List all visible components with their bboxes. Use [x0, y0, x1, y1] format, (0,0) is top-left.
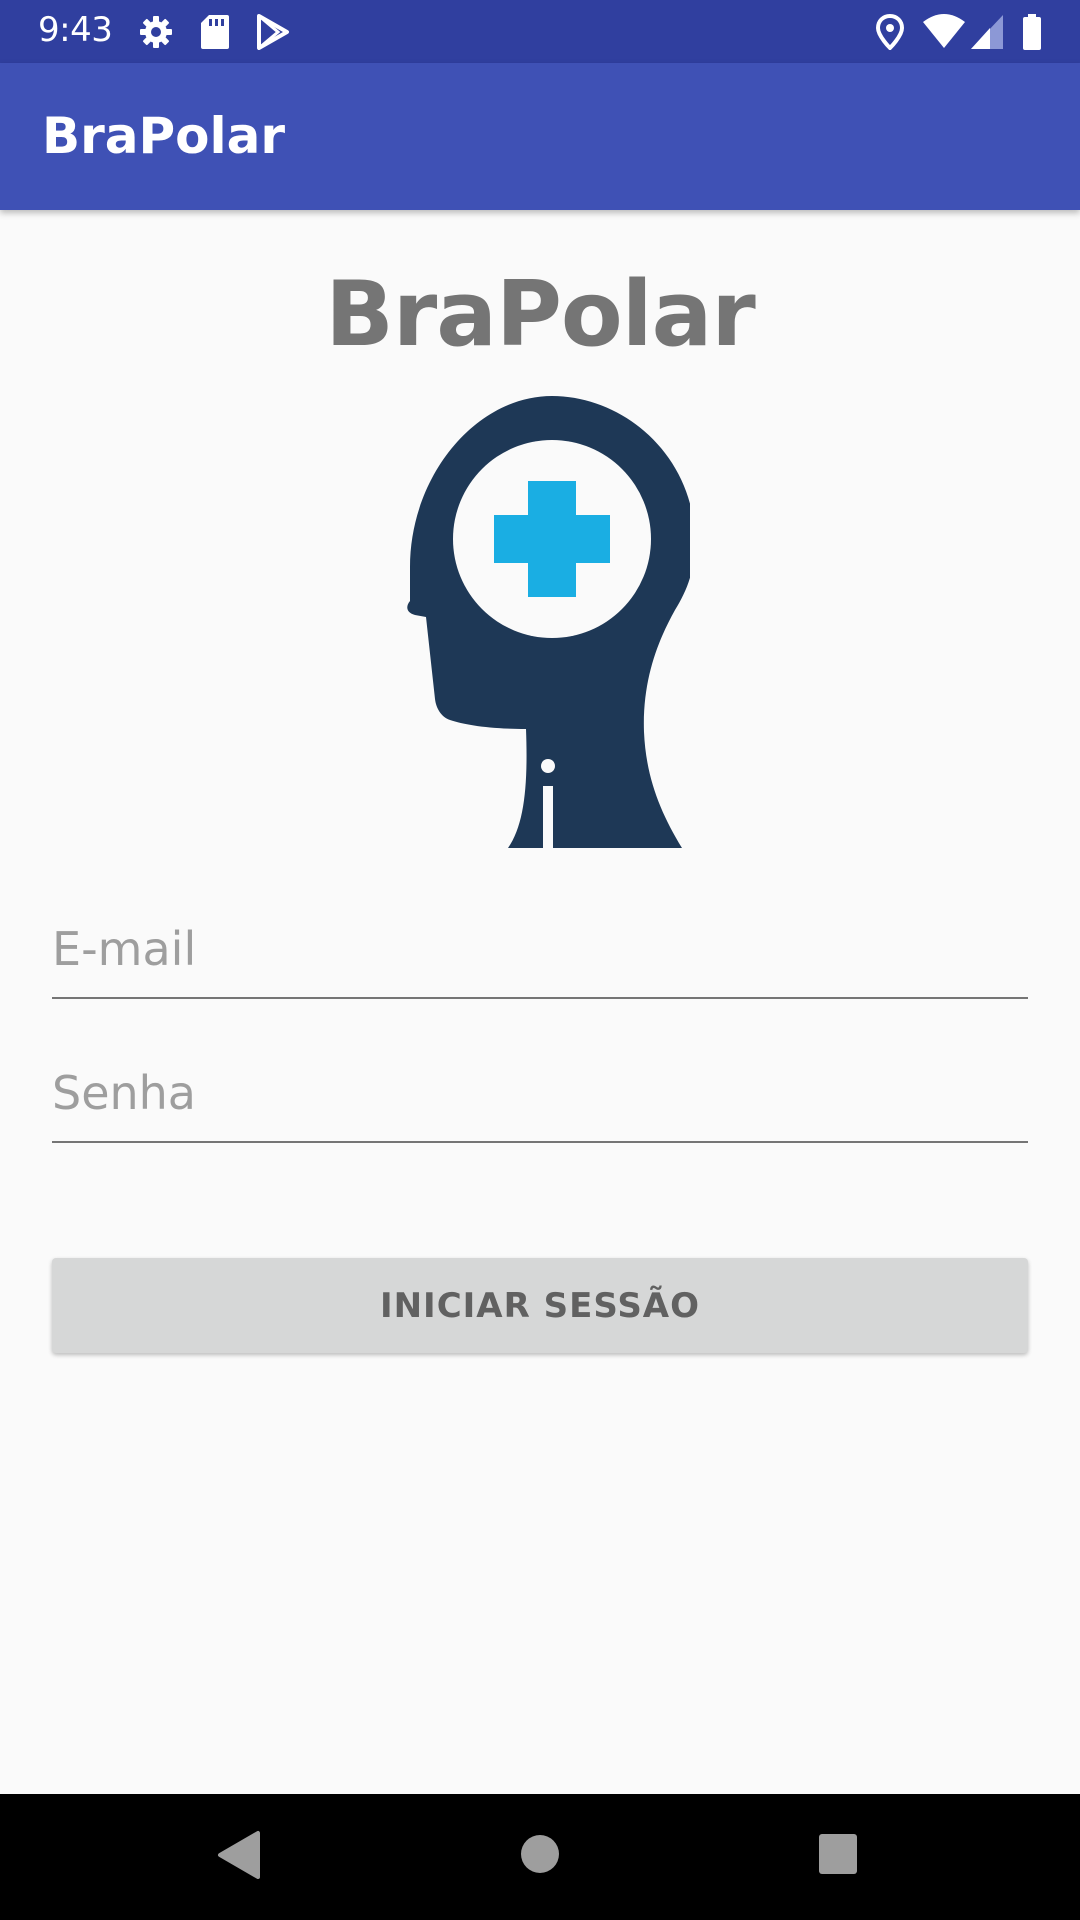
email-field[interactable]	[52, 909, 1028, 999]
medical-cross-icon	[494, 481, 610, 597]
wifi-icon	[923, 14, 965, 48]
gear-icon	[140, 16, 172, 48]
home-icon[interactable]	[520, 1834, 560, 1874]
navigation-bar	[0, 1794, 1080, 1920]
signal-icon	[971, 15, 1003, 49]
app-logo	[407, 396, 690, 848]
battery-icon	[1023, 14, 1041, 50]
recents-icon[interactable]	[818, 1833, 858, 1875]
sd-card-icon	[201, 15, 229, 49]
status-time: 9:43	[38, 10, 113, 50]
brand-title: BraPolar	[325, 262, 755, 367]
location-icon	[876, 14, 904, 50]
play-store-icon	[257, 14, 289, 50]
app-bar-title: BraPolar	[42, 107, 286, 165]
app-bar: BraPolar	[0, 63, 1080, 210]
password-field[interactable]	[52, 1053, 1028, 1143]
login-button[interactable]: INICIAR SESSÃO	[52, 1258, 1028, 1353]
status-bar: 9:43	[0, 0, 1080, 63]
back-icon[interactable]	[216, 1830, 260, 1880]
